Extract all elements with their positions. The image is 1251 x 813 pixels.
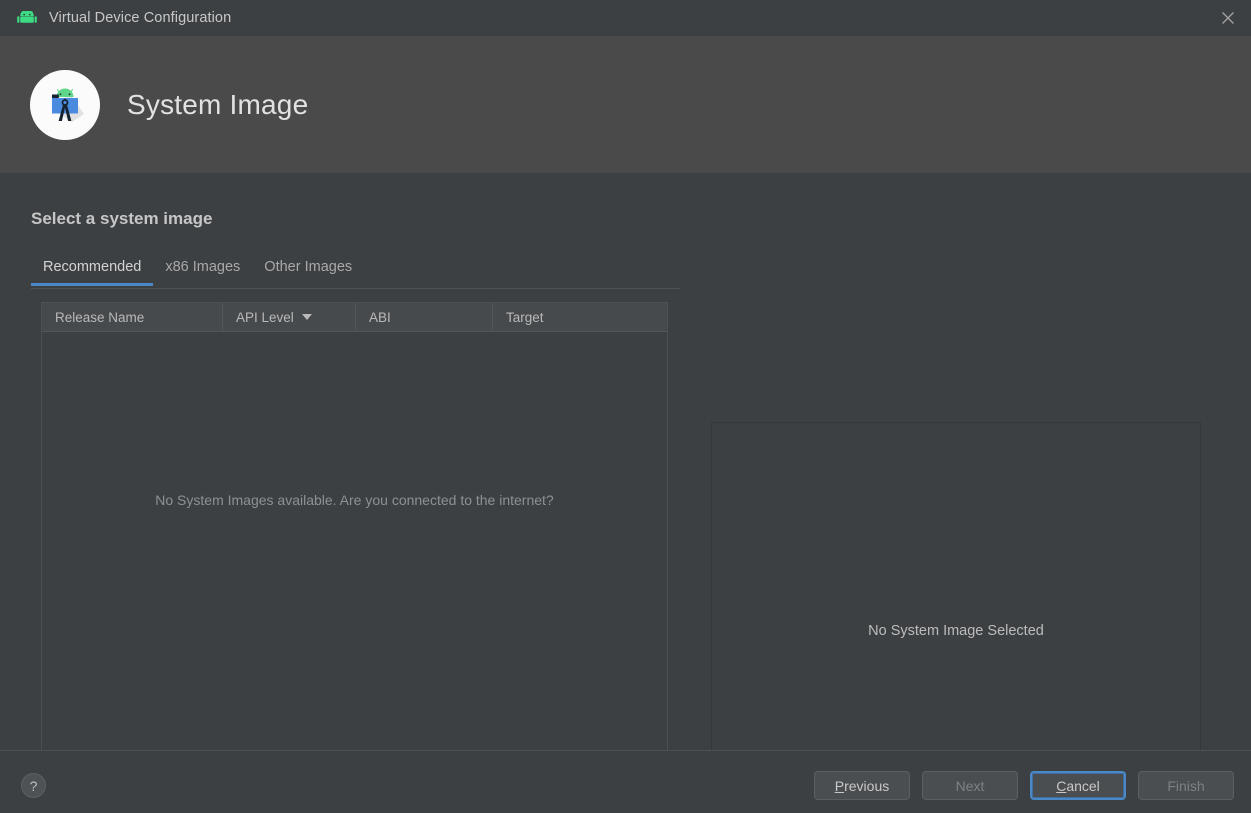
finish-button-label: Finish bbox=[1167, 777, 1205, 794]
cancel-button-label: ancel bbox=[1066, 777, 1100, 794]
tab-recommended-label: Recommended bbox=[43, 259, 142, 275]
tab-other-images-label: Other Images bbox=[264, 259, 353, 275]
virtual-device-configuration-window: Virtual Device Configuration System Imag… bbox=[0, 0, 1251, 813]
wizard-content: Select a system image Recommended x86 Im… bbox=[0, 173, 1251, 813]
column-header-api-level-label: API Level bbox=[236, 309, 294, 325]
android-studio-icon bbox=[30, 69, 100, 140]
column-header-release-name-label: Release Name bbox=[55, 309, 145, 325]
section-title: Select a system image bbox=[31, 209, 213, 228]
sort-descending-icon bbox=[301, 314, 312, 320]
help-button[interactable]: ? bbox=[21, 773, 46, 798]
previous-button-label: revious bbox=[844, 777, 890, 794]
cancel-button[interactable]: Cancel bbox=[1030, 771, 1126, 800]
tab-x86-images-label: x86 Images bbox=[165, 259, 241, 275]
column-header-api-level[interactable]: API Level bbox=[223, 303, 356, 331]
column-header-abi-label: ABI bbox=[369, 309, 391, 325]
next-button[interactable]: Next bbox=[922, 771, 1018, 800]
previous-button[interactable]: Previous bbox=[814, 771, 910, 800]
tab-recommended[interactable]: Recommended bbox=[31, 255, 154, 286]
tab-other-images[interactable]: Other Images bbox=[252, 255, 364, 285]
android-robot-icon bbox=[16, 7, 38, 29]
table-header-row: Release Name API Level ABI Target bbox=[42, 303, 667, 332]
next-button-label: Next bbox=[955, 777, 985, 794]
image-source-tabs: Recommended x86 Images Other Images bbox=[31, 255, 680, 289]
column-header-abi[interactable]: ABI bbox=[356, 303, 493, 331]
column-header-target-label: Target bbox=[506, 309, 544, 325]
column-header-target[interactable]: Target bbox=[493, 303, 667, 331]
wizard-header: System Image bbox=[0, 36, 1251, 173]
detail-panel-empty-message: No System Image Selected bbox=[868, 622, 1044, 639]
title-bar: Virtual Device Configuration bbox=[0, 0, 1251, 37]
close-icon[interactable] bbox=[1205, 0, 1251, 36]
tab-x86-images[interactable]: x86 Images bbox=[153, 255, 252, 285]
footer-button-group: Previous Next Cancel Finish bbox=[814, 771, 1234, 800]
previous-button-mnemonic: P bbox=[834, 777, 845, 794]
system-image-table: Release Name API Level ABI Target No Sys… bbox=[41, 302, 668, 783]
wizard-footer: ? Previous Next Cancel Finish CSDN @wly_… bbox=[0, 750, 1251, 813]
table-empty-message: No System Images available. Are you conn… bbox=[155, 492, 554, 508]
finish-button[interactable]: Finish bbox=[1138, 771, 1234, 800]
window-title: Virtual Device Configuration bbox=[49, 10, 232, 26]
help-question-icon: ? bbox=[29, 777, 38, 794]
cancel-button-mnemonic: C bbox=[1056, 777, 1067, 794]
page-title: System Image bbox=[127, 88, 309, 120]
column-header-release-name[interactable]: Release Name bbox=[42, 303, 223, 331]
